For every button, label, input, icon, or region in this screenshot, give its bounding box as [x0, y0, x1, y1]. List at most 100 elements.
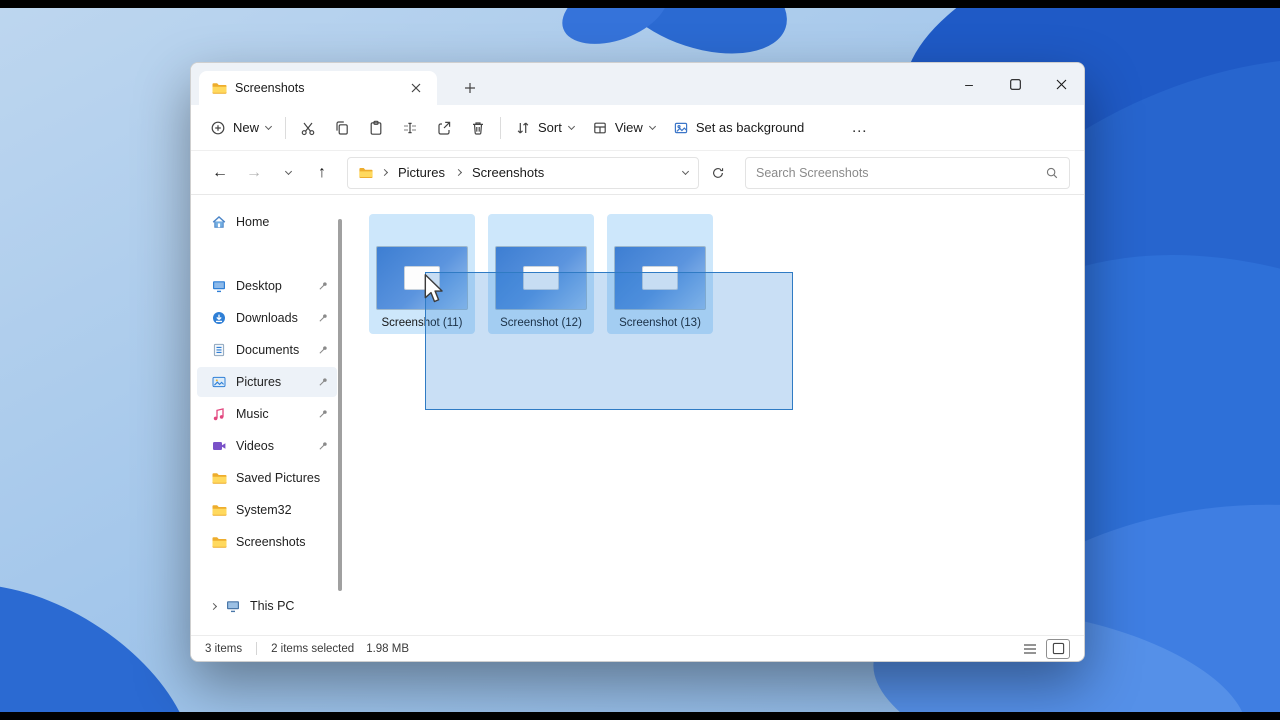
- pin-icon: [317, 344, 329, 356]
- refresh-icon: [713, 167, 724, 178]
- chevron-down-icon: [264, 122, 273, 130]
- more-options-button[interactable]: …: [839, 111, 879, 145]
- pictures-icon: [211, 374, 227, 390]
- search-icon[interactable]: [1045, 166, 1059, 180]
- sidebar-item-label: Saved Pictures: [236, 471, 321, 485]
- sidebar-item-label: Downloads: [236, 311, 298, 325]
- pin-icon: [317, 312, 329, 324]
- sidebar-item-screenshots[interactable]: Screenshots: [197, 527, 337, 557]
- back-button[interactable]: ←: [205, 158, 235, 188]
- tab-title: Screenshots: [235, 81, 305, 95]
- pin-icon: [317, 408, 329, 420]
- toolbar: New Sort View Set as background …: [191, 105, 1084, 151]
- sidebar-item-documents[interactable]: Documents: [197, 335, 337, 365]
- sidebar-scrollbar[interactable]: [338, 219, 342, 591]
- window-controls: –: [946, 63, 1084, 105]
- window-body: Home Desktop Downloads Documents Picture…: [191, 195, 1084, 635]
- rename-icon: [402, 120, 418, 136]
- new-plus-icon: [210, 120, 226, 136]
- more-icon: …: [851, 118, 868, 136]
- close-button[interactable]: [1038, 63, 1084, 105]
- view-button-label: View: [614, 120, 643, 135]
- copy-button[interactable]: [325, 111, 359, 145]
- sidebar-item-system32[interactable]: System32: [197, 495, 337, 525]
- status-divider: [256, 642, 258, 655]
- view-button[interactable]: View: [583, 111, 664, 145]
- sidebar-item-label: Music: [236, 407, 269, 421]
- sort-button[interactable]: Sort: [506, 111, 583, 145]
- search-box: [745, 156, 1070, 189]
- large-icons-view-button[interactable]: [1046, 638, 1070, 659]
- sidebar-item-music[interactable]: Music: [197, 399, 337, 429]
- cut-icon: [300, 120, 316, 136]
- sidebar-item-label: Pictures: [236, 375, 282, 389]
- minimize-icon: –: [965, 76, 973, 92]
- up-button[interactable]: ↑: [307, 158, 337, 188]
- this-pc-icon: [225, 598, 241, 614]
- breadcrumb-pictures[interactable]: Pictures: [396, 163, 447, 182]
- new-tab-button[interactable]: [457, 75, 483, 101]
- share-button[interactable]: [427, 111, 461, 145]
- folder-icon: [358, 165, 373, 180]
- paste-button[interactable]: [359, 111, 393, 145]
- desktop-icon: [211, 278, 227, 294]
- downloads-icon: [211, 310, 227, 326]
- sidebar-item-desktop[interactable]: Desktop: [197, 271, 337, 301]
- large-icons-view-icon: [1052, 642, 1064, 655]
- mouse-cursor: [421, 274, 447, 309]
- details-view-button[interactable]: [1018, 639, 1042, 659]
- sort-button-label: Sort: [538, 120, 562, 135]
- status-bar: 3 items 2 items selected 1.98 MB: [191, 635, 1084, 661]
- back-icon: ←: [212, 163, 228, 181]
- breadcrumb-chevron-icon: [454, 168, 463, 177]
- sidebar-item-label: System32: [236, 503, 292, 517]
- sidebar-item-saved-pictures[interactable]: Saved Pictures: [197, 463, 337, 493]
- item-count: 3 items: [205, 642, 243, 655]
- copy-icon: [334, 120, 350, 136]
- cut-button[interactable]: [291, 111, 325, 145]
- new-button-label: New: [233, 120, 260, 135]
- maximize-button[interactable]: [992, 63, 1038, 105]
- recent-locations-button[interactable]: [273, 158, 303, 188]
- sidebar-item-this-pc[interactable]: This PC: [197, 591, 337, 621]
- search-input[interactable]: [756, 165, 1045, 180]
- explorer-tab[interactable]: Screenshots: [199, 71, 437, 105]
- pin-icon: [317, 280, 329, 292]
- folder-icon: [211, 534, 227, 550]
- folder-icon: [211, 80, 227, 96]
- sidebar-item-label: Screenshots: [236, 535, 306, 549]
- sidebar-item-videos[interactable]: Videos: [197, 431, 337, 461]
- folder-icon: [211, 502, 227, 518]
- close-icon: [1056, 79, 1066, 89]
- set-as-background-button[interactable]: Set as background: [664, 111, 813, 145]
- rename-button[interactable]: [393, 111, 427, 145]
- view-icon: [592, 120, 608, 136]
- tab-close-icon[interactable]: [403, 75, 429, 101]
- breadcrumb[interactable]: Pictures Screenshots: [347, 156, 699, 189]
- tab-bar: Screenshots –: [191, 63, 1084, 105]
- sidebar-item-label: Documents: [236, 343, 300, 357]
- sidebar-item-downloads[interactable]: Downloads: [197, 303, 337, 333]
- pin-icon: [317, 440, 329, 452]
- maximize-icon: [1009, 78, 1021, 90]
- address-bar: ← → ↑ Pictures Screenshots: [191, 151, 1084, 195]
- sidebar-item-home[interactable]: Home: [197, 207, 337, 237]
- forward-button[interactable]: →: [239, 158, 269, 188]
- sidebar-item-label: Home: [236, 215, 270, 229]
- address-dropdown-icon[interactable]: [681, 167, 690, 175]
- minimize-button[interactable]: –: [946, 63, 992, 105]
- folder-icon: [211, 470, 227, 486]
- breadcrumb-screenshots[interactable]: Screenshots: [470, 163, 546, 182]
- home-icon: [211, 214, 227, 230]
- expand-chevron-icon[interactable]: [209, 602, 218, 610]
- pin-icon: [317, 376, 329, 388]
- paste-icon: [368, 120, 384, 136]
- file-list-area[interactable]: Screenshot (11) Screenshot (12) Screensh…: [343, 195, 1084, 635]
- sort-icon: [515, 120, 531, 136]
- sidebar-item-label: Videos: [236, 439, 274, 453]
- delete-button[interactable]: [461, 111, 495, 145]
- sidebar-item-pictures[interactable]: Pictures: [197, 367, 337, 397]
- sidebar-item-label: This PC: [250, 599, 295, 613]
- new-button[interactable]: New: [201, 111, 280, 145]
- refresh-button[interactable]: [703, 158, 733, 188]
